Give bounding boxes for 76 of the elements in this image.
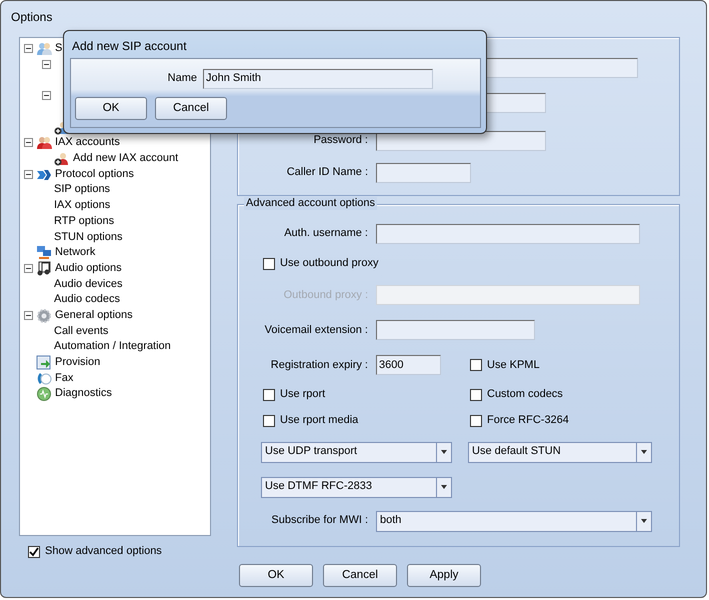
pulse-icon (36, 386, 52, 402)
dropdown[interactable]: Use UDP transport (261, 442, 452, 463)
field-label: Registration expiry : (270, 358, 369, 372)
checkbox[interactable] (470, 414, 482, 427)
collapse-icon[interactable] (24, 264, 33, 273)
collapse-icon[interactable] (24, 311, 33, 320)
checkbox[interactable] (470, 388, 482, 401)
gear-icon (36, 308, 52, 324)
tree-item[interactable]: Audio options (55, 262, 122, 276)
tree-item[interactable]: Call events (54, 324, 108, 338)
text-field[interactable]: 3600 (376, 355, 441, 376)
tree-item[interactable]: Audio devices (54, 278, 122, 291)
checkbox-label: Force RFC-3264 (487, 414, 569, 428)
tree-item[interactable]: SIP options (54, 183, 110, 197)
collapse-icon[interactable] (42, 91, 51, 100)
field-label: Caller ID Name : (286, 166, 369, 180)
add-person-icon (54, 151, 70, 166)
checkbox-label: Use rport media (280, 414, 358, 428)
tree-item[interactable]: RTP options (54, 214, 114, 228)
dropdown[interactable]: both (376, 510, 652, 532)
tree-item[interactable]: Audio codecs (54, 293, 120, 306)
field-label: Auth. username : (283, 227, 369, 241)
music-note-icon (36, 260, 52, 276)
dialog-title: Add new SIP account (72, 39, 187, 54)
checkbox[interactable] (263, 414, 275, 427)
checkbox-label: Use outbound proxy (280, 257, 378, 270)
checkbox[interactable] (28, 546, 40, 558)
dialog-button[interactable]: Cancel (155, 97, 227, 120)
field-label: Name (166, 72, 198, 86)
collapse-icon[interactable] (42, 60, 51, 70)
field-label: Outbound proxy : (282, 288, 369, 302)
collapse-icon[interactable] (24, 138, 33, 148)
dialog-button[interactable]: OK (239, 564, 313, 587)
field-label: Subscribe for MWI : (270, 514, 369, 528)
network-icon (36, 245, 52, 260)
text-field[interactable] (376, 320, 535, 340)
checkbox-label: Use rport (280, 388, 326, 402)
dialog-button[interactable]: Apply (407, 564, 481, 587)
tree-item[interactable]: Add new IAX account (73, 152, 178, 166)
caret-icon (641, 519, 647, 524)
caret-icon (441, 450, 447, 454)
window-title: Options (10, 9, 54, 26)
text-field[interactable] (376, 224, 640, 244)
tree-item[interactable]: S (55, 42, 62, 56)
checkbox-label: Custom codecs (487, 388, 563, 402)
tree-item[interactable]: Protocol options (55, 168, 134, 181)
checkbox[interactable] (263, 258, 275, 270)
checkbox-label: Use KPML (487, 358, 540, 372)
caret-icon (641, 450, 647, 454)
tree-item[interactable]: Fax (55, 372, 74, 385)
text-field[interactable] (376, 131, 546, 151)
dropdown[interactable]: Use default STUN (468, 442, 652, 463)
checkbox[interactable] (263, 388, 275, 401)
people-icon (36, 135, 52, 150)
dialog-button[interactable]: OK (75, 97, 147, 120)
collapse-icon[interactable] (24, 44, 33, 54)
text-field[interactable]: John Smith (203, 69, 433, 89)
field-label: Password : (312, 134, 369, 148)
checkbox[interactable] (470, 359, 482, 372)
caret-icon (441, 485, 447, 490)
collapse-icon[interactable] (24, 170, 33, 179)
tree-item[interactable]: Network (55, 246, 96, 260)
tree-item[interactable]: General options (55, 308, 133, 322)
people-icon (36, 41, 52, 56)
tree-item[interactable]: Provision (55, 356, 100, 370)
tree-item[interactable]: Automation / Integration (54, 340, 171, 354)
checkbox-label: Show advanced options (45, 545, 162, 558)
dialog-button[interactable]: Cancel (323, 564, 397, 587)
tree-item[interactable]: Diagnostics (55, 387, 112, 401)
tree-item[interactable]: STUN options (54, 230, 122, 244)
text-field[interactable] (376, 163, 471, 183)
dropdown[interactable]: Use DTMF RFC-2833 (261, 476, 452, 498)
field-label: Voicemail extension : (264, 324, 369, 337)
tree-item[interactable]: IAX options (54, 199, 110, 212)
tree-item[interactable]: IAX accounts (55, 136, 120, 150)
group-title: Advanced account options (244, 197, 378, 210)
